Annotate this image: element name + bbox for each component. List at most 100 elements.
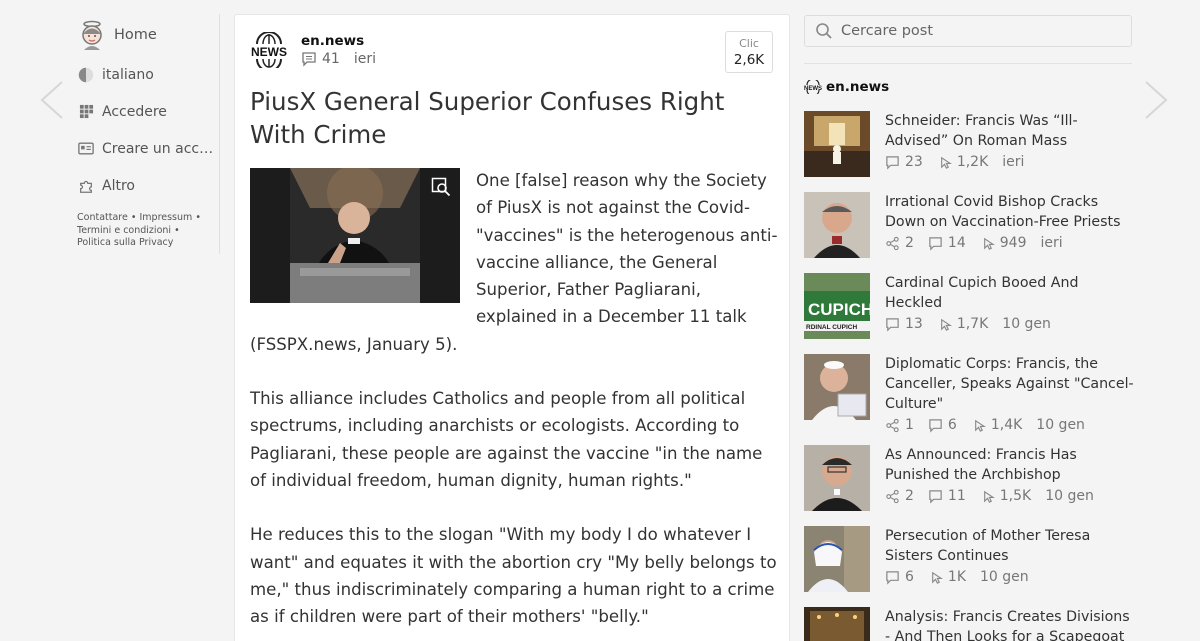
news-logo-icon[interactable]: NEWS [249,32,289,68]
click-icon [974,419,986,432]
sidebar-item-label: Home [114,27,157,43]
related-date: 10 gen [1002,316,1051,332]
privacy-link[interactable]: Politica sulla Privacy [77,237,173,248]
post-image[interactable] [250,168,460,303]
comment-icon [886,317,899,332]
zoom-icon[interactable] [431,177,451,197]
click-count: 1,2K [956,154,989,170]
list-item[interactable]: CUPICH RDINAL CUPICH Cardinal Cupich Booe… [804,273,1134,339]
click-count: 949 [999,235,1027,251]
related-source[interactable]: NEWS en.news [804,79,889,95]
post-paragraph: This alliance includes Catholics and peo… [250,389,763,490]
related-title[interactable]: Irrational Covid Bishop Cracks Down on V… [885,192,1134,232]
related-title[interactable]: Persecution of Mother Teresa Sisters Con… [885,526,1134,566]
sidebar-footer-links: Contattare • Impressum • Termini e condi… [77,212,201,248]
post-header: NEWS en.news 41 ieri [249,32,376,68]
related-meta: 23 1,2K ieri [885,152,1134,172]
related-title[interactable]: Diplomatic Corps: Francis, the Canceller… [885,354,1134,414]
clicks-label: Clic [739,37,759,50]
sidebar-item-label: Altro [102,177,135,194]
sidebar-item-label: Creare un account [102,140,216,157]
list-item[interactable]: Persecution of Mother Teresa Sisters Con… [804,526,1134,592]
comment-icon [302,52,316,67]
comment-count: 13 [905,316,923,332]
sidebar-item-more[interactable]: Altro [72,167,219,204]
related-meta: 6 1K 10 gen [885,567,1134,587]
search-icon [816,23,832,39]
puzzle-icon [76,176,96,196]
post-paragraph: He reduces this to the slogan "With my b… [250,525,777,627]
left-sidebar: Home italiano Accedere Creare un account… [72,14,220,254]
post-source-name[interactable]: en.news [301,33,376,50]
share-icon [886,489,899,503]
comment-count: 6 [905,569,914,585]
sidebar-item-login[interactable]: Accedere [72,93,219,130]
related-thumbnail[interactable]: CUPICH RDINAL CUPICH [804,273,870,339]
share-count: 1 [905,417,914,433]
mascot-icon [76,19,108,51]
related-thumbnail[interactable] [804,526,870,592]
related-thumbnail[interactable] [804,445,870,511]
svg-text:RDINAL CUPICH: RDINAL CUPICH [806,324,857,331]
comment-count: 6 [947,417,957,433]
comment-count: 11 [947,488,966,504]
list-item[interactable]: Analysis: Francis Creates Divisions - An… [804,607,1134,641]
post-title: PiusX General Superior Confuses Right Wi… [250,87,725,149]
news-logo-icon: NEWS [804,80,822,94]
related-date: ieri [1002,154,1025,170]
terms-link[interactable]: Termini e condizioni [77,225,171,236]
related-thumbnail[interactable] [804,354,870,420]
sidebar-item-label: Accedere [102,103,167,120]
right-divider [804,63,1132,64]
list-item[interactable]: Diplomatic Corps: Francis, the Canceller… [804,354,1134,435]
post-meta: 41 ieri [301,51,376,67]
comment-icon [929,236,942,251]
svg-text:NEWS: NEWS [251,45,287,59]
grid-icon [76,102,96,122]
related-title[interactable]: Analysis: Francis Creates Divisions - An… [885,607,1134,641]
list-item[interactable]: As Announced: Francis Has Punished the A… [804,445,1134,511]
related-title[interactable]: Schneider: Francis Was “Ill-Advised” On … [885,111,1134,151]
search-input[interactable] [841,23,1121,39]
previous-arrow-icon[interactable] [36,78,76,122]
related-meta: 1 6 1,4K 10 gen [885,415,1134,435]
id-card-icon [76,139,96,159]
half-circle-icon [76,65,96,85]
share-icon [886,418,899,432]
related-meta: 2 11 1,5K 10 gen [885,486,1134,506]
next-arrow-icon[interactable] [1140,78,1180,122]
click-count: 1,7K [956,316,989,332]
comment-count: 14 [947,235,966,251]
contact-link[interactable]: Contattare [77,212,128,223]
search-box [804,15,1132,47]
post-card: NEWS en.news 41 ieri Clic 2,6K PiusX Gen… [234,14,790,641]
share-count: 2 [905,235,914,251]
clicks-counter: Clic 2,6K [725,31,773,73]
sidebar-item-home[interactable]: Home [72,14,219,56]
post-comment-count[interactable]: 41 [322,51,340,67]
click-count: 1,5K [999,488,1032,504]
impressum-link[interactable]: Impressum [139,212,192,223]
related-date: ieri [1040,235,1063,251]
related-thumbnail[interactable] [804,111,870,177]
click-icon [983,490,995,503]
related-title[interactable]: As Announced: Francis Has Punished the A… [885,445,1134,485]
comment-count: 23 [905,154,923,170]
list-item[interactable]: Schneider: Francis Was “Ill-Advised” On … [804,111,1134,177]
share-icon [886,236,899,250]
sidebar-item-language[interactable]: italiano [72,56,219,93]
click-icon [983,237,995,250]
post-image-photo [250,168,460,303]
related-date: 10 gen [1036,417,1085,433]
click-icon [940,318,952,331]
click-icon [940,156,952,169]
related-date: 10 gen [1045,488,1094,504]
related-title[interactable]: Cardinal Cupich Booed And Heckled [885,273,1134,313]
related-thumbnail[interactable] [804,192,870,258]
share-count: 2 [905,488,914,504]
sidebar-item-label: italiano [102,66,154,83]
related-thumbnail[interactable] [804,607,870,641]
list-item[interactable]: Irrational Covid Bishop Cracks Down on V… [804,192,1134,258]
comment-icon [929,489,942,504]
sidebar-item-register[interactable]: Creare un account [72,130,219,167]
